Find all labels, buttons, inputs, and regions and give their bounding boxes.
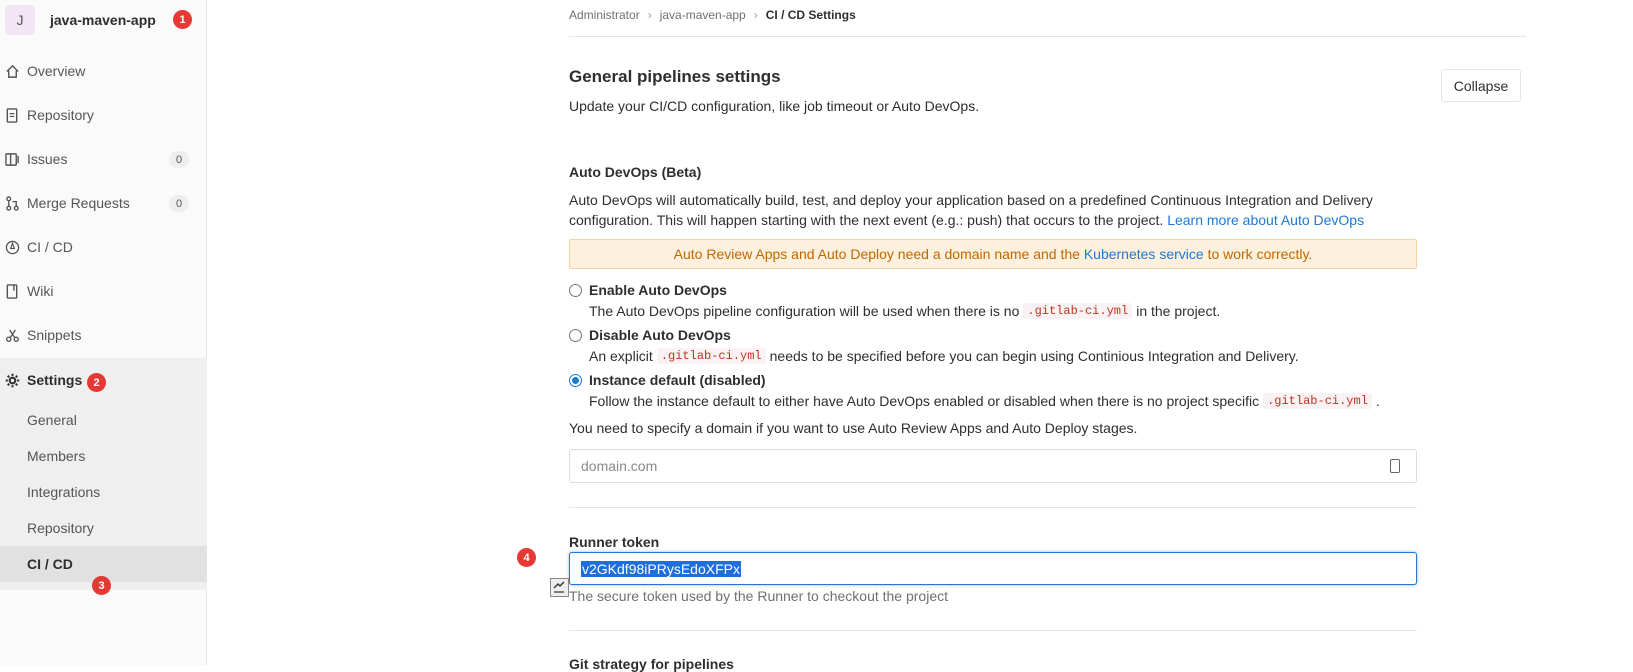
- sidebar-item-merge-requests[interactable]: Merge Requests 0: [0, 181, 207, 225]
- annotation-badge-3: 3: [92, 576, 111, 595]
- disable-help-text: An explicit: [589, 348, 653, 364]
- sidebar-item-label: CI / CD: [27, 239, 73, 255]
- enable-help-text: The Auto DevOps pipeline configuration w…: [589, 303, 1020, 319]
- gitlab-ci-code: .gitlab-ci.yml: [1023, 303, 1133, 319]
- sidebar-item-label: Repository: [27, 107, 94, 123]
- domain-note: You need to specify a domain if you want…: [569, 420, 1138, 436]
- gear-icon: [2, 373, 22, 388]
- sidebar-item-snippets[interactable]: Snippets: [0, 313, 207, 357]
- sidebar-item-label: Merge Requests: [27, 195, 130, 211]
- disable-label[interactable]: Disable Auto DevOps: [589, 327, 731, 343]
- domain-input[interactable]: domain.com: [569, 449, 1417, 483]
- home-icon: [2, 64, 22, 79]
- ime-icon[interactable]: [550, 578, 569, 597]
- sidebar-item-overview[interactable]: Overview: [0, 49, 207, 93]
- learn-more-link[interactable]: Learn more about Auto DevOps: [1167, 212, 1364, 228]
- runner-token-value[interactable]: v2GKdf98iPRysEdoXFPx: [581, 560, 741, 577]
- sidebar-subitem-integrations[interactable]: Integrations: [0, 474, 207, 510]
- sidebar-item-label: Overview: [27, 63, 86, 79]
- rocket-icon: [2, 240, 22, 255]
- scissors-icon: [2, 328, 22, 343]
- auto-devops-description: Auto DevOps will automatically build, te…: [569, 190, 1379, 230]
- sidebar-item-label: Wiki: [27, 283, 54, 299]
- auto-devops-heading: Auto DevOps (Beta): [569, 164, 702, 180]
- sidebar-subitem-repository[interactable]: Repository: [0, 510, 207, 546]
- domain-placeholder: domain.com: [581, 458, 658, 474]
- merge-requests-count-badge: 0: [169, 195, 189, 212]
- radio-option-disable[interactable]: Disable Auto DevOps An explicit .gitlab-…: [569, 327, 1299, 364]
- project-name[interactable]: java-maven-app: [50, 12, 156, 28]
- project-avatar: J: [5, 5, 35, 35]
- gitlab-ci-code: .gitlab-ci.yml: [656, 348, 766, 364]
- sidebar-item-label: Issues: [27, 151, 68, 167]
- sidebar-subitem-general[interactable]: General: [0, 402, 207, 438]
- warning-banner: Auto Review Apps and Auto Deploy need a …: [569, 239, 1417, 269]
- sidebar-item-issues[interactable]: Issues 0: [0, 137, 207, 181]
- merge-icon: [2, 195, 22, 211]
- runner-token-input[interactable]: v2GKdf98iPRysEdoXFPx: [569, 552, 1417, 585]
- instance-default-label[interactable]: Instance default (disabled): [589, 372, 766, 388]
- section-title: General pipelines settings: [569, 67, 781, 86]
- annotation-badge-4: 4: [517, 548, 536, 567]
- radio-option-enable[interactable]: Enable Auto DevOps The Auto DevOps pipel…: [569, 282, 1220, 319]
- chevron-right-icon: ›: [647, 8, 652, 22]
- disable-radio[interactable]: [569, 328, 582, 342]
- sidebar-item-repository[interactable]: Repository: [0, 93, 207, 137]
- enable-help: The Auto DevOps pipeline configuration w…: [589, 303, 1220, 319]
- sidebar-item-wiki[interactable]: Wiki: [0, 269, 207, 313]
- sidebar-item-ci-cd[interactable]: CI / CD: [0, 225, 207, 269]
- runner-token-help: The secure token used by the Runner to c…: [569, 588, 949, 604]
- chevron-right-icon: ›: [753, 8, 758, 22]
- warning-text-pre: Auto Review Apps and Auto Deploy need a …: [673, 246, 1080, 262]
- doc-icon: [2, 107, 22, 123]
- radio-option-instance-default[interactable]: Instance default (disabled) Follow the i…: [569, 372, 1380, 409]
- issues-icon: [2, 152, 22, 167]
- instance-help-text-post: .: [1375, 393, 1380, 409]
- annotation-badge-1: 1: [173, 10, 192, 29]
- disable-help: An explicit .gitlab-ci.yml needs to be s…: [589, 348, 1299, 364]
- sidebar-subitem-members[interactable]: Members: [0, 438, 207, 474]
- sidebar: J java-maven-app Overview Repository Iss…: [0, 0, 207, 665]
- collapse-button[interactable]: Collapse: [1441, 69, 1521, 102]
- section-subtitle: Update your CI/CD configuration, like jo…: [569, 98, 980, 114]
- divider: [569, 507, 1417, 508]
- issues-count-badge: 0: [169, 151, 189, 168]
- book-icon: [2, 283, 22, 299]
- gitlab-ci-code: .gitlab-ci.yml: [1263, 393, 1372, 409]
- sidebar-item-label: Snippets: [27, 327, 82, 343]
- instance-default-radio[interactable]: [569, 373, 582, 387]
- divider: [569, 36, 1526, 37]
- annotation-badge-2: 2: [87, 373, 106, 392]
- enable-label[interactable]: Enable Auto DevOps: [589, 282, 727, 298]
- enable-help-text-post: in the project.: [1136, 303, 1221, 319]
- sidebar-item-label: Settings: [27, 372, 83, 388]
- breadcrumb-project[interactable]: java-maven-app: [660, 8, 746, 22]
- instance-help-text: Follow the instance default to either ha…: [589, 393, 1260, 409]
- disable-help-text-post: needs to be specified before you can beg…: [769, 348, 1299, 364]
- enable-radio[interactable]: [569, 283, 582, 297]
- instance-default-help: Follow the instance default to either ha…: [589, 393, 1380, 409]
- git-strategy-title: Git strategy for pipelines: [569, 656, 734, 672]
- runner-token-label: Runner token: [569, 534, 660, 550]
- divider: [569, 630, 1417, 631]
- keyboard-icon: [1390, 459, 1400, 473]
- kubernetes-service-link[interactable]: Kubernetes service: [1084, 246, 1204, 262]
- breadcrumb-admin[interactable]: Administrator: [569, 8, 640, 22]
- breadcrumb-current[interactable]: CI / CD Settings: [766, 8, 856, 22]
- breadcrumb: Administrator › java-maven-app › CI / CD…: [569, 8, 856, 22]
- warning-text-post: to work correctly.: [1207, 246, 1313, 262]
